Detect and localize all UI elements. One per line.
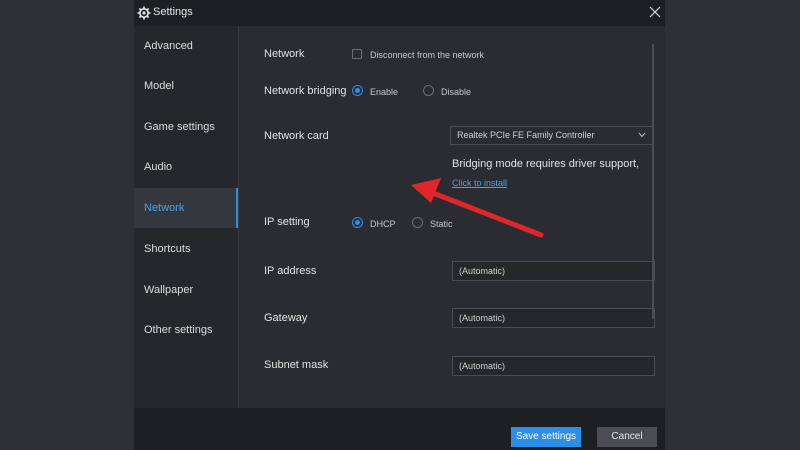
gear-icon bbox=[137, 6, 151, 20]
settings-window: Settings Advanced Model Game settings Au… bbox=[134, 0, 665, 450]
sidebar-item-wallpaper[interactable]: Wallpaper bbox=[134, 270, 238, 310]
ip-static-label: Static bbox=[430, 219, 453, 229]
gateway-field[interactable]: (Automatic) bbox=[452, 308, 655, 328]
subnet-mask-label: Subnet mask bbox=[264, 359, 329, 371]
network-settings-panel: Network Disconnect from the network Netw… bbox=[239, 26, 665, 408]
cancel-button[interactable]: Cancel bbox=[597, 427, 657, 447]
sidebar-item-audio[interactable]: Audio bbox=[134, 147, 238, 187]
network-card-select[interactable]: Realtek PCIe FE Family Controller bbox=[450, 126, 653, 145]
ip-dhcp-radio[interactable] bbox=[352, 217, 363, 228]
network-card-value: Realtek PCIe FE Family Controller bbox=[457, 130, 595, 140]
subnet-mask-field[interactable]: (Automatic) bbox=[452, 356, 655, 376]
bridging-enable-label: Enable bbox=[370, 87, 399, 97]
settings-sidebar: Advanced Model Game settings Audio Netwo… bbox=[134, 26, 238, 408]
title-bar: Settings bbox=[134, 0, 665, 26]
window-title: Settings bbox=[153, 6, 193, 18]
ip-address-field[interactable]: (Automatic) bbox=[452, 261, 655, 281]
chevron-down-icon bbox=[638, 132, 646, 138]
content-scrollbar[interactable] bbox=[652, 44, 654, 319]
bridging-enable-radio[interactable] bbox=[352, 85, 363, 96]
sidebar-item-game-settings[interactable]: Game settings bbox=[134, 107, 238, 147]
bridging-disable-label: Disable bbox=[441, 87, 472, 97]
gateway-label: Gateway bbox=[264, 312, 308, 324]
network-label: Network bbox=[264, 48, 305, 60]
network-bridging-label: Network bridging bbox=[264, 85, 347, 97]
sidebar-item-network[interactable]: Network bbox=[134, 188, 238, 228]
ip-static-radio[interactable] bbox=[412, 217, 423, 228]
ip-setting-label: IP setting bbox=[264, 216, 310, 228]
ip-address-label: IP address bbox=[264, 265, 317, 277]
disconnect-label: Disconnect from the network bbox=[370, 50, 485, 60]
sidebar-item-model[interactable]: Model bbox=[134, 66, 238, 106]
driver-support-note: Bridging mode requires driver support, bbox=[452, 158, 640, 170]
bridging-disable-radio[interactable] bbox=[423, 85, 434, 96]
close-icon[interactable] bbox=[649, 6, 661, 18]
dialog-footer: Save settings Cancel bbox=[134, 408, 665, 450]
click-to-install-link[interactable]: Click to install bbox=[452, 178, 507, 188]
disconnect-checkbox[interactable] bbox=[352, 49, 362, 59]
save-settings-button[interactable]: Save settings bbox=[511, 427, 581, 447]
sidebar-item-shortcuts[interactable]: Shortcuts bbox=[134, 229, 238, 269]
network-card-label: Network card bbox=[264, 130, 329, 142]
ip-dhcp-label: DHCP bbox=[370, 219, 396, 229]
sidebar-item-advanced[interactable]: Advanced bbox=[134, 26, 238, 66]
sidebar-item-other-settings[interactable]: Other settings bbox=[134, 310, 238, 350]
